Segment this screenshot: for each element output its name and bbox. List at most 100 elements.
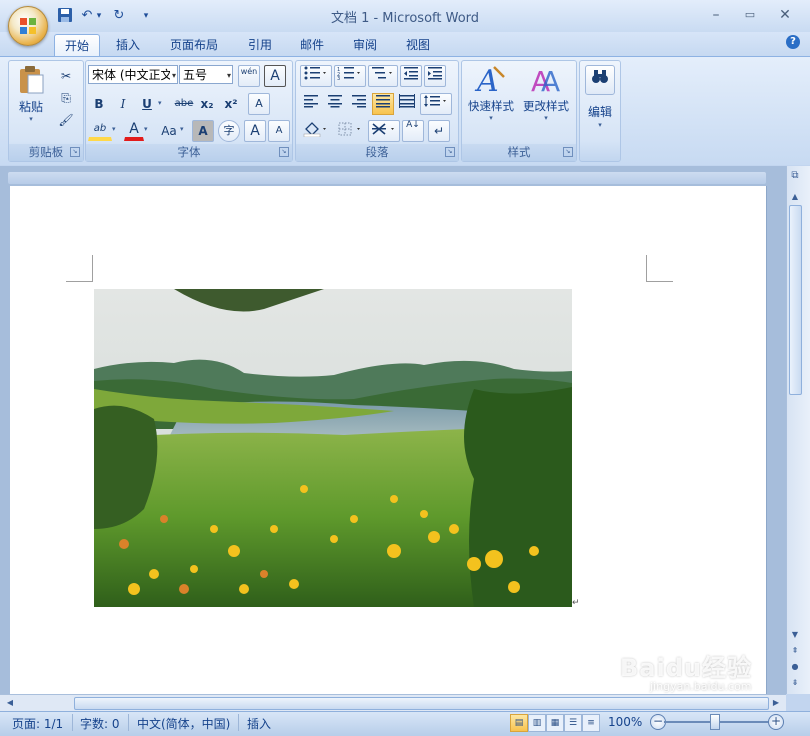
chinese-layout-icon xyxy=(372,123,394,135)
decrease-indent-button[interactable] xyxy=(400,65,422,87)
sort-button[interactable]: A↓ xyxy=(402,120,424,142)
styles-group-label: 样式 xyxy=(462,144,576,161)
editing-label: 编辑 xyxy=(587,105,612,119)
horizontal-scroll-thumb[interactable] xyxy=(74,697,769,710)
borders-button[interactable] xyxy=(334,120,366,142)
superscript-button[interactable]: x² xyxy=(220,93,242,115)
select-browse-object-icon[interactable]: ● xyxy=(789,662,801,671)
paint-bucket-icon xyxy=(303,122,326,138)
char-border-button[interactable]: A xyxy=(264,65,286,87)
distributed-button[interactable] xyxy=(396,93,418,115)
subscript-button[interactable]: x₂ xyxy=(196,93,218,115)
copy-icon[interactable]: ⎘ xyxy=(55,87,77,109)
format-painter-icon[interactable]: 🖌 xyxy=(55,109,77,131)
font-color-dropdown-icon[interactable]: ▾ xyxy=(144,125,148,133)
outline-view-icon[interactable]: ☰ xyxy=(564,714,582,732)
chevron-down-icon: ▾ xyxy=(544,114,548,122)
line-spacing-button[interactable] xyxy=(420,93,452,115)
tab-page-layout[interactable]: 页面布局 xyxy=(160,34,228,56)
close-button[interactable]: ✕ xyxy=(771,5,799,25)
line-spacing-icon xyxy=(424,95,446,107)
tab-review[interactable]: 审阅 xyxy=(343,34,387,56)
web-layout-icon[interactable]: ▦ xyxy=(546,714,564,732)
align-center-button[interactable] xyxy=(324,93,346,115)
align-right-button[interactable] xyxy=(348,93,370,115)
change-styles-icon: AA xyxy=(531,65,560,98)
highlight-button[interactable]: ab xyxy=(88,120,112,141)
clear-formatting-button[interactable]: A xyxy=(248,93,270,115)
previous-page-icon[interactable]: ⇞ xyxy=(789,646,801,655)
shading-button[interactable] xyxy=(300,120,332,142)
bold-button[interactable]: B xyxy=(88,93,110,115)
align-left-button[interactable] xyxy=(300,93,322,115)
paste-dropdown-icon: ▾ xyxy=(29,115,33,123)
ruler-toggle-icon[interactable]: ⧉ xyxy=(789,170,801,184)
change-case-button[interactable]: Aa xyxy=(156,120,182,142)
change-case-dropdown-icon[interactable]: ▾ xyxy=(180,125,184,133)
full-screen-reading-icon[interactable]: ▥ xyxy=(528,714,546,732)
underline-button[interactable]: U xyxy=(136,93,158,115)
paste-label: 粘贴 xyxy=(18,100,43,114)
styles-launcher-icon[interactable]: ↘ xyxy=(563,147,573,157)
cut-icon[interactable]: ✂ xyxy=(55,65,77,87)
grow-font-button[interactable]: A xyxy=(244,120,266,142)
strikethrough-button[interactable]: abe xyxy=(170,93,198,115)
multilevel-list-icon xyxy=(372,67,392,79)
justify-button[interactable] xyxy=(372,93,394,115)
font-size-combo[interactable]: 五号 ▾ xyxy=(179,65,233,84)
zoom-level[interactable]: 100% xyxy=(608,715,642,729)
ruler[interactable] xyxy=(8,172,766,184)
shrink-font-button[interactable]: A xyxy=(268,120,290,142)
tab-references[interactable]: 引用 xyxy=(238,34,282,56)
change-styles-button[interactable]: AA 更改样式 ▾ xyxy=(518,63,574,133)
status-divider xyxy=(238,714,239,731)
bullets-button[interactable] xyxy=(300,65,332,87)
numbering-icon: 123 xyxy=(337,67,360,82)
status-insert-mode[interactable]: 插入 xyxy=(247,715,271,732)
font-launcher-icon[interactable]: ↘ xyxy=(279,147,289,157)
zoom-slider-thumb[interactable] xyxy=(710,714,720,730)
minimize-button[interactable]: – xyxy=(702,5,730,25)
paste-button[interactable]: 粘贴 ▾ xyxy=(14,65,48,129)
underline-dropdown-icon[interactable]: ▾ xyxy=(158,99,162,107)
font-name-value: 宋体 (中文正文) xyxy=(92,68,170,82)
font-name-combo[interactable]: 宋体 (中文正文) ▾ xyxy=(88,65,178,84)
office-button[interactable] xyxy=(8,6,48,46)
window-title: 文档 1 - Microsoft Word xyxy=(330,11,480,26)
tab-mailings[interactable]: 邮件 xyxy=(290,34,334,56)
zoom-in-button[interactable]: + xyxy=(768,714,784,730)
numbering-button[interactable]: 123 xyxy=(334,65,366,87)
multilevel-list-button[interactable] xyxy=(368,65,398,87)
show-marks-button[interactable]: ↵ xyxy=(428,120,450,142)
scroll-up-arrow-icon[interactable]: ▲ xyxy=(789,192,801,201)
status-language[interactable]: 中文(简体，中国) xyxy=(137,715,230,732)
scroll-down-arrow-icon[interactable]: ▼ xyxy=(789,630,801,639)
italic-button[interactable]: I xyxy=(112,93,134,115)
status-word-count[interactable]: 字数: 0 xyxy=(80,715,120,732)
clipboard-launcher-icon[interactable]: ↘ xyxy=(70,147,80,157)
phonetic-guide-button[interactable]: wén xyxy=(238,65,260,87)
tab-home[interactable]: 开始 xyxy=(54,34,101,57)
chinese-layout-button[interactable] xyxy=(368,120,400,142)
tab-insert[interactable]: 插入 xyxy=(106,34,150,56)
align-left-icon xyxy=(304,95,318,108)
char-shading-button[interactable]: A xyxy=(192,120,214,142)
highlight-dropdown-icon[interactable]: ▾ xyxy=(112,125,116,133)
tab-view[interactable]: 视图 xyxy=(396,34,440,56)
editing-group[interactable]: 编辑 ▾ xyxy=(579,60,621,162)
maximize-button[interactable]: ▭ xyxy=(736,5,764,25)
font-color-button[interactable]: A xyxy=(124,120,144,141)
increase-indent-button[interactable] xyxy=(424,65,446,87)
help-icon[interactable]: ? xyxy=(786,35,800,49)
draft-view-icon[interactable]: ≡ xyxy=(582,714,600,732)
scroll-right-arrow-icon[interactable]: ▶ xyxy=(770,698,782,707)
next-page-icon[interactable]: ⇟ xyxy=(789,678,801,687)
status-page[interactable]: 页面: 1/1 xyxy=(12,715,63,732)
paragraph-launcher-icon[interactable]: ↘ xyxy=(445,147,455,157)
enclose-characters-button[interactable]: 字 xyxy=(218,120,240,142)
vertical-scroll-thumb[interactable] xyxy=(789,205,802,395)
landscape-image[interactable] xyxy=(94,289,572,607)
quick-styles-button[interactable]: A 快速样式 ▾ xyxy=(464,63,518,133)
print-layout-view-icon[interactable]: ▤ xyxy=(510,714,528,732)
scroll-left-arrow-icon[interactable]: ◀ xyxy=(4,698,16,707)
